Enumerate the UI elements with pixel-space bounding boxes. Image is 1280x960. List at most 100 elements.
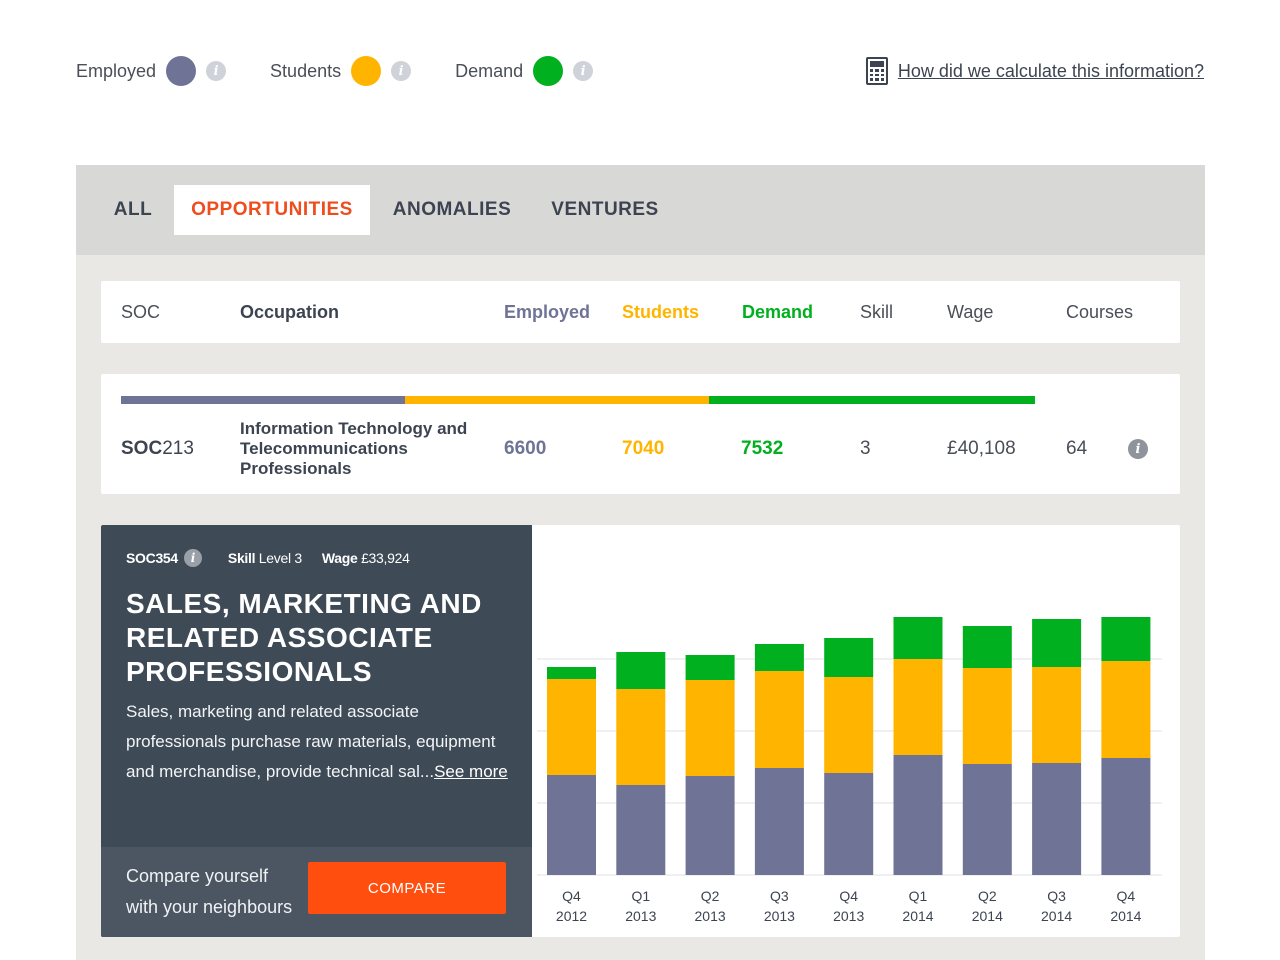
table-row[interactable]: SOC 213 Information Technology and Teleco… — [101, 374, 1180, 494]
soc-code: SOC 213 — [121, 416, 194, 482]
x-tick-year: 2013 — [625, 908, 656, 924]
compare-line: Compare yourself — [126, 866, 269, 886]
demand-dot — [533, 56, 564, 86]
title-line: PROFESSIONALS — [126, 656, 373, 687]
header-soc[interactable]: SOC — [121, 281, 160, 343]
students-bar — [547, 679, 596, 775]
calculator-icon — [865, 57, 888, 85]
x-tick-quarter: Q4 — [562, 888, 581, 904]
legend: Employed i Students i Demand i — [76, 54, 637, 88]
demand-bar — [893, 617, 943, 659]
compare-prompt: Compare yourself with your neighbours — [126, 861, 292, 923]
soc-prefix: SOC — [121, 438, 163, 459]
wage-amount: £33,924 — [361, 550, 410, 566]
header-wage[interactable]: Wage — [947, 281, 993, 343]
x-tick-year: 2013 — [833, 908, 864, 924]
trend-chart: Q4 2012 Q1 2013 Q2 2013 Q3 2013 Q4 2013 Q1 2014 Q2 20… — [537, 617, 1162, 924]
info-icon[interactable]: i — [1128, 439, 1148, 459]
tab-anomalies[interactable]: ANOMALIES — [382, 185, 522, 235]
demand-share-bar — [709, 396, 1035, 404]
x-tick-year: 2014 — [1110, 908, 1141, 924]
demand-bar — [685, 655, 735, 680]
legend-item-students: Students i — [270, 56, 412, 86]
header-skill[interactable]: Skill — [860, 281, 893, 343]
row-info[interactable]: i — [1128, 416, 1148, 482]
courses-value: 64 — [1066, 438, 1088, 459]
employed-bar — [547, 775, 596, 875]
occupation-line: Information Technology and — [240, 419, 468, 438]
tab-ventures[interactable]: VENTURES — [542, 185, 668, 235]
employed-bar — [1101, 758, 1151, 875]
info-icon[interactable]: i — [183, 549, 202, 567]
header-occupation[interactable]: Occupation — [240, 281, 339, 343]
skill-level: Level 3 — [258, 550, 302, 566]
students-bar — [1101, 661, 1151, 758]
header-students[interactable]: Students — [622, 281, 699, 343]
students-bar — [685, 680, 735, 776]
tab-opportunities[interactable]: OPPORTUNITIES — [174, 185, 370, 235]
employed-bar — [616, 785, 666, 875]
wage-label: Wage — [321, 550, 358, 566]
header-demand[interactable]: Demand — [742, 281, 813, 343]
occupation-line: Professionals — [240, 459, 352, 478]
occupation-name[interactable]: Information Technology and Telecommunica… — [240, 416, 467, 482]
skill-value: 3 — [860, 438, 871, 459]
x-tick-quarter: Q2 — [978, 888, 997, 904]
x-tick-quarter: Q3 — [770, 888, 789, 904]
demand-value: 7532 — [741, 438, 784, 459]
see-more-link[interactable]: See more — [434, 762, 508, 781]
x-tick-year: 2013 — [764, 908, 795, 924]
x-tick-year: 2013 — [695, 908, 726, 924]
info-icon[interactable]: i — [391, 61, 412, 81]
employed-share-bar — [121, 396, 405, 404]
students-dot — [351, 56, 382, 86]
info-icon[interactable]: i — [206, 61, 227, 81]
compare-button[interactable]: COMPARE — [308, 862, 506, 914]
calculation-link-text[interactable]: How did we calculate this information? — [898, 61, 1204, 82]
students-bar — [893, 659, 943, 755]
students-bar — [754, 671, 804, 768]
header-courses[interactable]: Courses — [1066, 281, 1133, 343]
occupation-line: Telecommunications — [240, 439, 408, 458]
compare-section: Compare yourself with your neighbours CO… — [101, 847, 532, 937]
students-bar — [824, 677, 874, 773]
occupation-meta: SOC354 i Skill Level 3 Wage £33,924 — [126, 549, 410, 567]
legend-label: Students — [270, 60, 342, 81]
employed-bar — [1032, 763, 1082, 875]
employed-dot — [166, 56, 197, 86]
soc-number: 213 — [162, 438, 194, 459]
students-share-bar — [405, 396, 709, 404]
demand-bar — [1101, 617, 1151, 661]
demand-bar — [616, 652, 666, 689]
x-tick-year: 2014 — [902, 908, 933, 924]
employed-bar — [685, 776, 735, 875]
legend-item-employed: Employed i — [76, 56, 227, 86]
demand-bar — [754, 644, 804, 671]
calculation-info-link[interactable]: How did we calculate this information? — [865, 56, 1204, 86]
info-icon[interactable]: i — [573, 61, 594, 81]
occupation-title: SALES, MARKETING AND RELATED ASSOCIATE P… — [126, 587, 516, 689]
demand-bar — [1032, 619, 1082, 667]
tab-all[interactable]: ALL — [100, 185, 166, 235]
legend-label: Employed — [76, 60, 157, 81]
students-bar — [1032, 667, 1082, 763]
x-tick-quarter: Q3 — [1047, 888, 1066, 904]
employed-value: 6600 — [504, 438, 547, 459]
detail-soc: SOC354 — [126, 550, 178, 566]
demand-bar — [962, 626, 1012, 668]
x-tick-year: 2014 — [972, 908, 1003, 924]
table-header: SOC Occupation Employed Students Demand … — [101, 281, 1180, 343]
title-line: SALES, MARKETING AND — [126, 588, 482, 619]
x-tick-quarter: Q2 — [701, 888, 720, 904]
occupation-description: Sales, marketing and related associate p… — [126, 697, 511, 787]
x-tick-quarter: Q1 — [909, 888, 928, 904]
employed-bar — [824, 773, 874, 875]
x-tick-year: 2014 — [1041, 908, 1072, 924]
x-tick-quarter: Q4 — [839, 888, 858, 904]
students-bar — [616, 689, 666, 785]
legend-item-demand: Demand i — [455, 56, 594, 86]
employed-bar — [754, 768, 804, 875]
demand-bar — [547, 667, 596, 679]
x-tick-year: 2012 — [556, 908, 587, 924]
header-employed[interactable]: Employed — [504, 281, 590, 343]
